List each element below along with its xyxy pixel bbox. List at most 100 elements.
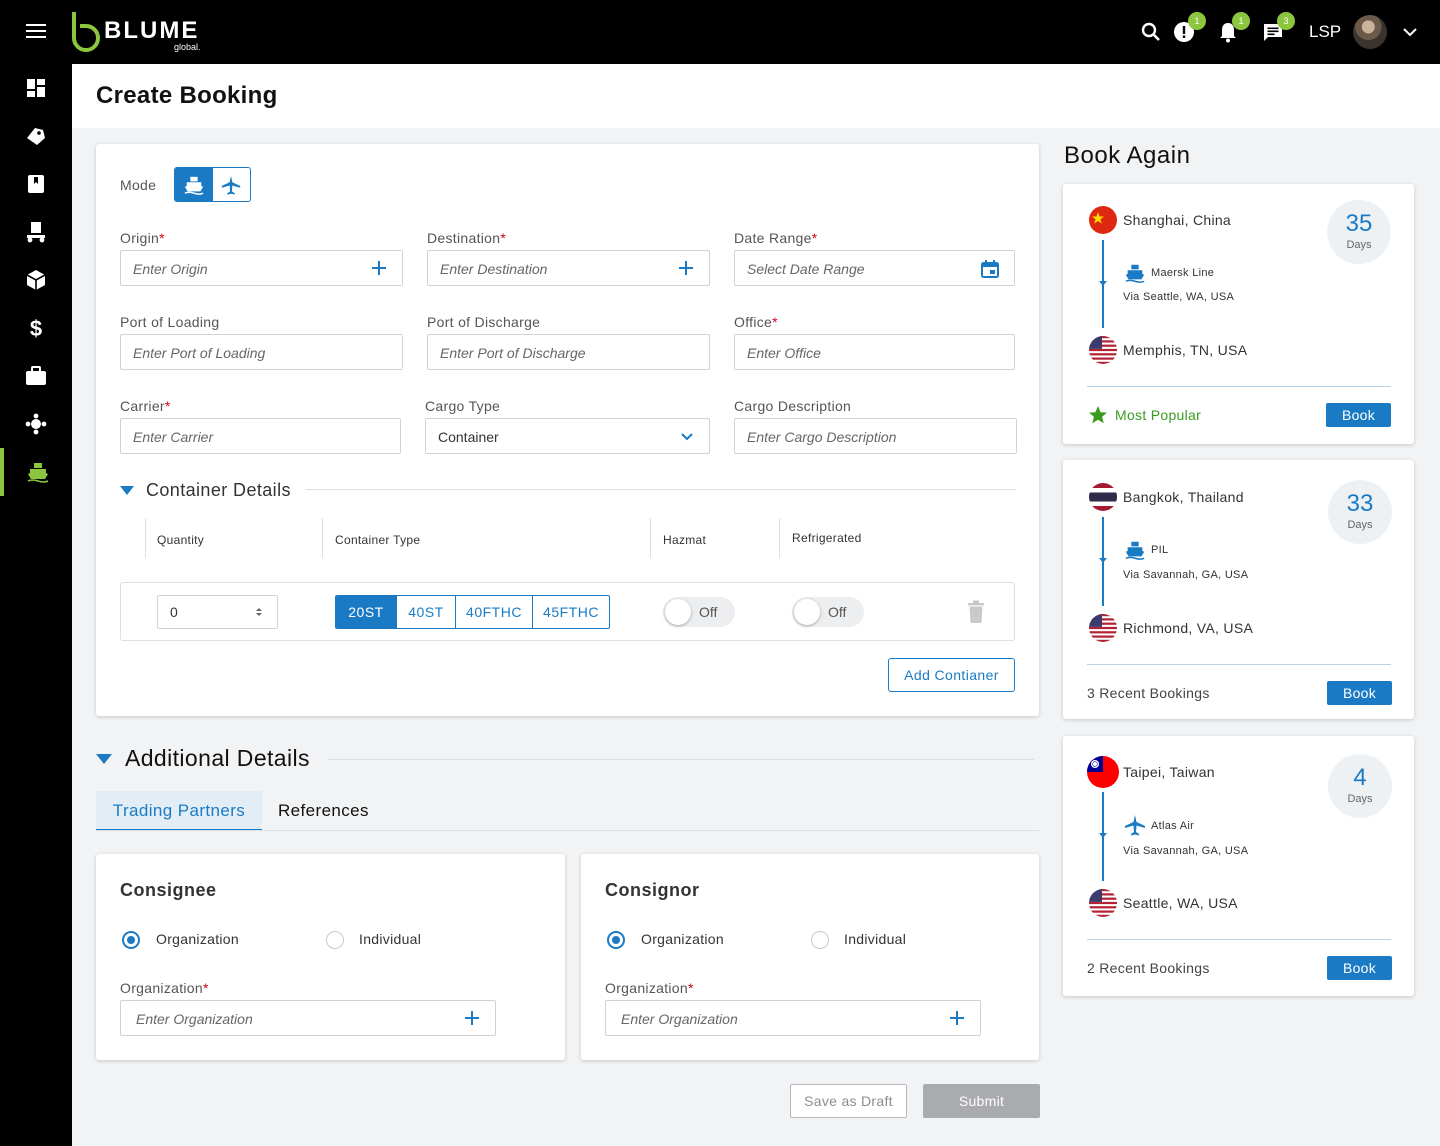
user-role[interactable]: LSP (1309, 22, 1341, 42)
column-separator (322, 518, 323, 558)
consignee-organization-radio[interactable] (122, 931, 140, 949)
search-icon[interactable] (1139, 20, 1163, 44)
quantity-stepper[interactable]: 0 (157, 595, 278, 629)
cargo-description-input[interactable]: Enter Cargo Description (734, 418, 1017, 454)
plus-icon[interactable] (677, 259, 695, 277)
days-label: Days (1347, 519, 1373, 531)
collapse-container-toggle[interactable] (120, 486, 134, 495)
chevron-down-icon[interactable] (1402, 24, 1418, 40)
sidebar: $ (0, 64, 72, 1146)
star-icon (1089, 406, 1107, 424)
days-label: Days (1347, 793, 1373, 805)
consignor-organization-label: Organization (641, 931, 724, 947)
messages-button[interactable]: 3 (1261, 12, 1295, 44)
cargo-type-value: Container (438, 429, 499, 445)
plane-icon (222, 175, 241, 195)
container-type-20st[interactable]: 20ST (336, 596, 396, 628)
briefcase-icon (26, 366, 46, 385)
tab-trading-partners[interactable]: Trading Partners (96, 791, 262, 831)
ship-icon (184, 176, 204, 195)
book-button[interactable]: Book (1326, 403, 1391, 427)
card-divider (1087, 939, 1391, 940)
book-button[interactable]: Book (1327, 681, 1392, 705)
carrier-name: PIL (1151, 544, 1169, 556)
consignor-org-label: Organization* (605, 980, 694, 996)
hazmat-toggle[interactable]: Off (663, 597, 735, 627)
days-label: Days (1346, 239, 1372, 251)
port-discharge-label: Port of Discharge (427, 314, 541, 330)
port-discharge-input[interactable]: Enter Port of Discharge (427, 334, 710, 370)
mode-ocean-button[interactable] (175, 168, 213, 201)
submit-button[interactable]: Submit (923, 1084, 1040, 1118)
network-icon (25, 413, 47, 435)
plane-icon (1125, 815, 1145, 836)
office-input[interactable]: Enter Office (734, 334, 1015, 370)
menu-icon[interactable] (26, 24, 46, 40)
container-type-40fthc[interactable]: 40FTHC (455, 596, 532, 628)
refrigerated-toggle[interactable]: Off (792, 597, 864, 627)
add-container-button[interactable]: Add Contianer (888, 658, 1015, 692)
consignor-organization-radio[interactable] (607, 931, 625, 949)
save-draft-button[interactable]: Save as Draft (790, 1084, 907, 1118)
sidebar-item-bookings[interactable] (0, 160, 72, 208)
usa-flag-icon (1089, 336, 1117, 364)
tab-references[interactable]: References (278, 791, 369, 831)
route-arrow-icon (1099, 558, 1107, 563)
carrier-input[interactable]: Enter Carrier (120, 418, 401, 454)
cargo-type-select[interactable]: Container (425, 418, 710, 454)
stepper-arrows-icon[interactable] (255, 606, 263, 618)
origin-input[interactable]: Enter Origin (120, 250, 403, 286)
transit-days: 35 Days (1327, 200, 1391, 264)
sidebar-item-shipments[interactable] (0, 208, 72, 256)
date-range-input[interactable]: Select Date Range (734, 250, 1015, 286)
blume-logo-icon[interactable] (70, 10, 102, 54)
usa-flag-icon (1089, 889, 1117, 917)
hazmat-state: Off (699, 604, 718, 620)
sidebar-item-dashboard[interactable] (0, 64, 72, 112)
sidebar-item-ocean[interactable] (0, 448, 72, 496)
plus-icon[interactable] (463, 1009, 481, 1027)
notification-badge: 1 (1232, 12, 1250, 30)
svg-text:$: $ (30, 316, 42, 340)
collapse-additional-toggle[interactable] (96, 754, 112, 764)
tags-icon (27, 128, 45, 145)
origin-city: Taipei, Taiwan (1123, 764, 1215, 780)
sidebar-item-finance[interactable]: $ (0, 304, 72, 352)
plus-icon[interactable] (370, 259, 388, 277)
ship-icon (27, 463, 49, 483)
avatar[interactable] (1353, 15, 1387, 49)
plus-icon[interactable] (948, 1009, 966, 1027)
recent-bookings-label: 2 Recent Bookings (1087, 960, 1210, 976)
consignor-individual-radio[interactable] (811, 931, 829, 949)
sidebar-item-rates[interactable] (0, 112, 72, 160)
sidebar-item-portfolio[interactable] (0, 352, 72, 400)
date-range-placeholder: Select Date Range (747, 261, 865, 277)
container-type-40st[interactable]: 40ST (396, 596, 455, 628)
notifications-button[interactable]: 1 (1216, 12, 1250, 44)
alert-button[interactable]: 1 (1172, 12, 1206, 44)
calendar-icon[interactable] (980, 259, 1000, 279)
days-number: 4 (1353, 764, 1367, 791)
destination-label: Destination* (427, 230, 507, 246)
mode-air-button[interactable] (213, 168, 251, 201)
destination-city: Seattle, WA, USA (1123, 895, 1238, 911)
consignor-organization-input[interactable]: Enter Organization (605, 1000, 981, 1036)
sidebar-item-network[interactable] (0, 400, 72, 448)
consignee-individual-radio[interactable] (326, 931, 344, 949)
trash-icon[interactable] (966, 600, 986, 624)
consignee-individual-label: Individual (359, 931, 422, 947)
quantity-column-header: Quantity (157, 533, 205, 547)
days-number: 35 (1345, 210, 1373, 237)
destination-input[interactable]: Enter Destination (427, 250, 710, 286)
consignee-organization-input[interactable]: Enter Organization (120, 1000, 496, 1036)
consignee-org-label: Organization* (120, 980, 209, 996)
china-flag-icon (1089, 206, 1117, 234)
most-popular-label: Most Popular (1115, 407, 1202, 423)
book-button[interactable]: Book (1327, 956, 1392, 980)
logo-text: BLUME (104, 17, 200, 44)
container-type-45fthc[interactable]: 45FTHC (532, 596, 609, 628)
column-separator (779, 518, 780, 558)
sidebar-item-inventory[interactable] (0, 256, 72, 304)
origin-placeholder: Enter Origin (133, 261, 208, 277)
port-loading-input[interactable]: Enter Port of Loading (120, 334, 403, 370)
